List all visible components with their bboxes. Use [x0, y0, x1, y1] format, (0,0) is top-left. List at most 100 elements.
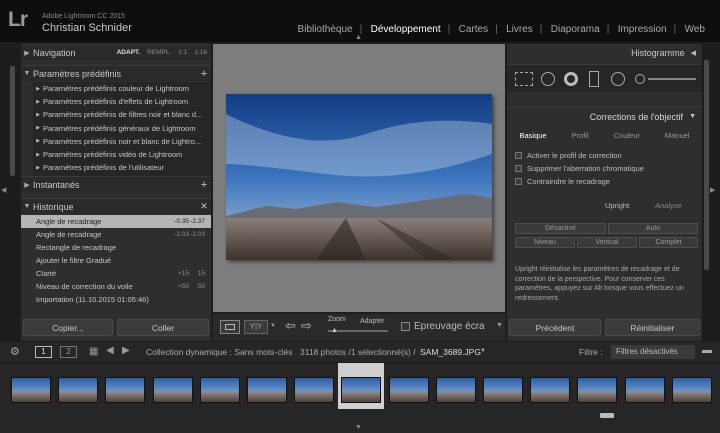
- toolbar-menu-arrow-icon[interactable]: ▼: [496, 322, 503, 329]
- preset-folder[interactable]: ▶ Paramètres prédéfinis noir et blanc de …: [33, 135, 211, 148]
- navigator-header[interactable]: ▶ Navigation ADAPT. REMPL. 1:1 1:16: [21, 44, 211, 60]
- paste-button[interactable]: Coller: [117, 319, 209, 336]
- upright-full-button[interactable]: Complet: [639, 237, 698, 248]
- remove-ca-checkbox[interactable]: Supprimer l'aberration chromatique: [515, 163, 675, 174]
- history-step[interactable]: Clarté +15 15: [21, 267, 211, 280]
- secondary-display-icon[interactable]: ⚙: [10, 345, 20, 358]
- upright-off-button[interactable]: Désactivé: [515, 223, 606, 234]
- loupe-view-icon[interactable]: [220, 320, 240, 334]
- source-dropdown-arrow-icon[interactable]: ▼: [480, 348, 486, 354]
- history-step[interactable]: Angle de recadrage -2.03 -2.03: [21, 228, 211, 241]
- zoom-fill-option[interactable]: REMPL.: [147, 49, 171, 56]
- add-preset-icon[interactable]: +: [197, 68, 211, 80]
- collapse-top-arrow-icon[interactable]: ▲: [355, 34, 362, 41]
- history-step[interactable]: Rectangle de recadrage: [21, 241, 211, 254]
- adjustment-brush-icon[interactable]: [635, 74, 645, 84]
- filmstrip-scrollbar-thumb[interactable]: [600, 413, 614, 418]
- filter-select[interactable]: Filtres désactivés: [611, 345, 695, 359]
- filmstrip-thumbnail[interactable]: [150, 367, 196, 407]
- tab-profile[interactable]: Profil: [572, 131, 589, 140]
- history-step[interactable]: Angle de recadrage -0.35 -2.37: [21, 215, 211, 228]
- history-step[interactable]: Importation (11.10.2015 01:05:46): [21, 293, 211, 306]
- zoom-slider-thumb-icon[interactable]: ▲: [331, 327, 338, 334]
- red-eye-icon[interactable]: [564, 72, 578, 86]
- upright-vertical-button[interactable]: Vertical: [577, 237, 637, 248]
- filmstrip-thumbnail[interactable]: [291, 367, 337, 407]
- spot-removal-icon[interactable]: [541, 72, 555, 86]
- copy-button[interactable]: Copier...: [23, 319, 113, 336]
- filter-lock-icon[interactable]: ▬: [702, 345, 712, 356]
- clear-history-icon[interactable]: ✕: [197, 201, 211, 212]
- module-web[interactable]: Web: [674, 24, 714, 35]
- module-book[interactable]: Livres: [495, 24, 542, 35]
- collapse-left-arrow-icon[interactable]: ◀: [1, 186, 6, 194]
- preset-folder[interactable]: ▶ Paramètres prédéfinis de l'utilisateur: [33, 161, 211, 174]
- tab-manual[interactable]: Manuel: [665, 131, 690, 140]
- file-name[interactable]: SAM_3689.JPG: [420, 347, 481, 357]
- analyze-button[interactable]: Analyse: [655, 201, 682, 210]
- upright-auto-button[interactable]: Auto: [608, 223, 698, 234]
- zoom-1-16-option[interactable]: 1:16: [194, 49, 207, 56]
- collapse-bottom-arrow-icon[interactable]: ▼: [355, 424, 362, 431]
- history-step[interactable]: Niveau de correction du voile +50 50: [21, 280, 211, 293]
- enable-profile-checkbox[interactable]: Activer le profil de correction: [515, 150, 675, 161]
- tab-basic[interactable]: Basique: [519, 131, 546, 140]
- history-header[interactable]: ▼ Historique ✕: [21, 198, 211, 214]
- softproof-checkbox[interactable]: [401, 322, 410, 331]
- filmstrip-thumbnail[interactable]: [197, 367, 243, 407]
- previous-button[interactable]: Précédent: [509, 319, 601, 336]
- filmstrip-thumbnail[interactable]: [8, 367, 54, 407]
- crop-tool-icon[interactable]: [515, 72, 533, 86]
- collection-name[interactable]: Collection dynamique : Sans mots-clés: [146, 347, 292, 357]
- zoom-fit-option[interactable]: ADAPT.: [117, 49, 140, 56]
- swap-left-icon[interactable]: ⇦: [285, 318, 296, 334]
- filmstrip-thumbnail[interactable]: [669, 367, 715, 407]
- before-after-view-button[interactable]: Y|Y: [244, 320, 268, 334]
- filmstrip-thumbnail[interactable]: [433, 367, 479, 407]
- filmstrip-thumbnail[interactable]: [102, 367, 148, 407]
- module-develop[interactable]: Développement: [360, 24, 450, 35]
- filmstrip-thumbnail[interactable]: [244, 367, 290, 407]
- preset-folder[interactable]: ▶ Paramètres prédéfinis généraux de Light…: [33, 122, 211, 135]
- filmstrip-thumbnail[interactable]: [622, 367, 668, 407]
- constrain-crop-checkbox[interactable]: Contraindre le recadrage: [515, 176, 675, 187]
- preset-folder[interactable]: ▶ Paramètres prédéfinis couleur de Lightr…: [33, 82, 211, 95]
- preset-folder[interactable]: ▶ Paramètres prédéfinis de filtres noir e…: [33, 108, 211, 121]
- snapshots-header[interactable]: ▶ Instantanés +: [21, 176, 211, 192]
- swap-right-icon[interactable]: ⇨: [301, 318, 312, 334]
- back-arrow-icon[interactable]: ◀: [106, 345, 114, 356]
- main-photo[interactable]: [226, 94, 492, 260]
- left-scrollbar[interactable]: [10, 66, 15, 176]
- filmstrip-thumbnail[interactable]: [574, 367, 620, 407]
- lens-corrections-header[interactable]: Corrections de l'objectif ▼: [507, 107, 702, 125]
- preset-folder[interactable]: ▶ Paramètres prédéfinis vidéo de Lightroo…: [33, 148, 211, 161]
- tab-color[interactable]: Couleur: [614, 131, 640, 140]
- reset-button[interactable]: Réinitialiser: [605, 319, 700, 336]
- brush-slider[interactable]: [648, 78, 696, 80]
- history-step[interactable]: Ajouter le filtre Gradué: [21, 254, 211, 267]
- histogram-header[interactable]: Histogramme ◀: [507, 44, 702, 62]
- filmstrip-thumbnail[interactable]: [386, 367, 432, 407]
- filmstrip-thumbnail[interactable]: [55, 367, 101, 407]
- module-slideshow[interactable]: Diaporama: [540, 24, 609, 35]
- presets-header[interactable]: ▼ Paramètres prédéfinis +: [21, 65, 211, 81]
- grid-view-icon[interactable]: ▦: [89, 346, 98, 357]
- module-print[interactable]: Impression: [607, 24, 676, 35]
- filmstrip-thumbnail[interactable]: [480, 367, 526, 407]
- display-2-button[interactable]: 2: [60, 346, 77, 358]
- filmstrip-thumbnail[interactable]: [527, 367, 573, 407]
- add-snapshot-icon[interactable]: +: [197, 179, 211, 191]
- graduated-filter-icon[interactable]: [589, 71, 599, 87]
- zoom-1-1-option[interactable]: 1:1: [178, 49, 187, 56]
- module-library[interactable]: Bibliothèque: [289, 24, 362, 35]
- forward-arrow-icon[interactable]: ▶: [122, 345, 130, 356]
- module-map[interactable]: Cartes: [448, 24, 497, 35]
- radial-filter-icon[interactable]: [611, 72, 625, 86]
- view-dropdown-arrow-icon[interactable]: ▼: [270, 323, 276, 329]
- collapse-right-arrow-icon[interactable]: ▶: [710, 186, 715, 194]
- right-scrollbar[interactable]: [704, 60, 709, 270]
- preset-folder[interactable]: ▶ Paramètres prédéfinis d'effets de Light…: [33, 95, 211, 108]
- upright-level-button[interactable]: Niveau: [515, 237, 575, 248]
- filmstrip-thumbnail[interactable]: [338, 363, 385, 409]
- display-1-button[interactable]: 1: [35, 346, 52, 358]
